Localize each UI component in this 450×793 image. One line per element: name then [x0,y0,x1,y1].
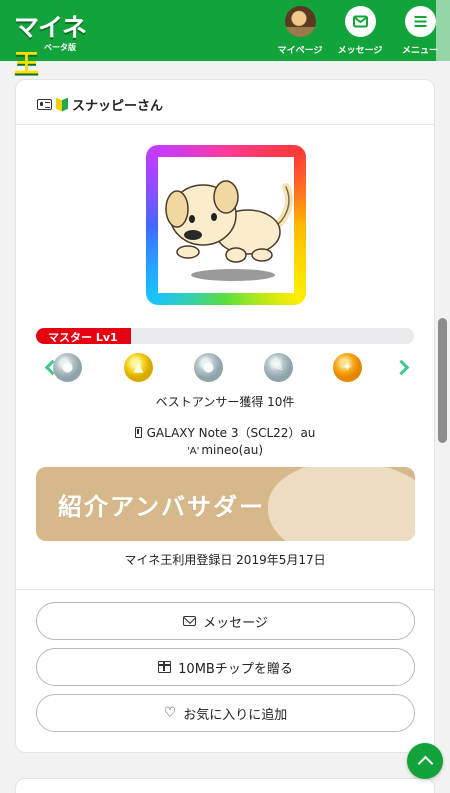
gold-thumbs-up-medal-icon[interactable]: ▲ [124,353,153,382]
profile-avatar-frame [146,145,306,305]
best-answer-count: ベストアンサー獲得 10件 [155,395,295,409]
ambassador-banner[interactable]: 紹介アンバサダー [36,467,415,541]
mail-icon [344,6,376,37]
avatar-icon [284,6,316,37]
id-card-icon [37,99,52,110]
orange-handshake-medal-icon[interactable]: ✦ [333,353,362,382]
silver-bubble-medal-icon[interactable]: ● [53,353,82,382]
nav-message[interactable]: メッセージ [330,6,390,58]
level-progress-bar: マスター Lv1 [36,328,414,344]
chevron-right-icon[interactable] [393,359,410,376]
silver-bubble-medal-icon[interactable]: ● [194,353,223,382]
nav-mypage-label: マイページ [277,46,323,56]
silver-pen-medal-icon[interactable]: ✎ [264,353,293,382]
next-card [15,778,435,793]
gift-chip-button-label: 10MBチップを贈る [178,661,293,677]
add-favorite-button[interactable]: ♡ お気に入りに追加 [36,694,415,732]
scrollbar[interactable] [438,318,447,443]
antenna-icon: 'A' [186,446,200,457]
message-button[interactable]: メッセージ [36,602,415,640]
gift-icon [158,661,172,673]
message-button-label: メッセージ [203,615,268,631]
app-header: マイネ王 ベータ版 マイページ メッセージ メニュー [0,0,450,78]
registration-date: マイネ王利用登録日 2019年5月17日 [124,553,326,567]
device-info: GALAXY Note 3（SCL22）au [16,424,434,441]
site-logo[interactable]: マイネ王 ベータ版 [14,8,106,78]
puppy-avatar-icon [158,157,294,293]
user-name: スナッピーさん [72,99,164,114]
smartphone-icon [134,427,142,438]
beginner-mark-icon [56,97,68,112]
profile-card-header: スナッピーさん [16,80,434,125]
gift-chip-button[interactable]: 10MBチップを贈る [36,648,415,686]
hamburger-menu-icon [404,6,436,37]
level-label: マスター Lv1 [48,331,118,344]
badge-carousel: ● ▲ ● ✎ ✦ [36,350,416,386]
profile-card: スナッピーさん マスター Lv1 ● ▲ ● ✎ ✦ ベストアンサー獲得 10件… [15,79,435,753]
heart-icon: ♡ [163,705,177,721]
logo-beta-label: ベータ版 [44,43,76,52]
nav-message-label: メッセージ [337,46,383,56]
carrier-name: mineo(au) [201,443,264,457]
carrier-info: 'A' mineo(au) [16,443,434,457]
mail-icon [183,616,197,626]
scroll-to-top-button[interactable] [407,743,443,779]
banner-decoration [268,467,415,541]
device-name: GALAXY Note 3（SCL22）au [146,426,316,440]
header-scroll-overlay [436,0,450,61]
divider [16,589,434,590]
nav-mypage[interactable]: マイページ [270,6,330,58]
add-favorite-button-label: お気に入りに追加 [183,707,288,723]
ambassador-banner-text: 紹介アンバサダー [58,493,266,521]
